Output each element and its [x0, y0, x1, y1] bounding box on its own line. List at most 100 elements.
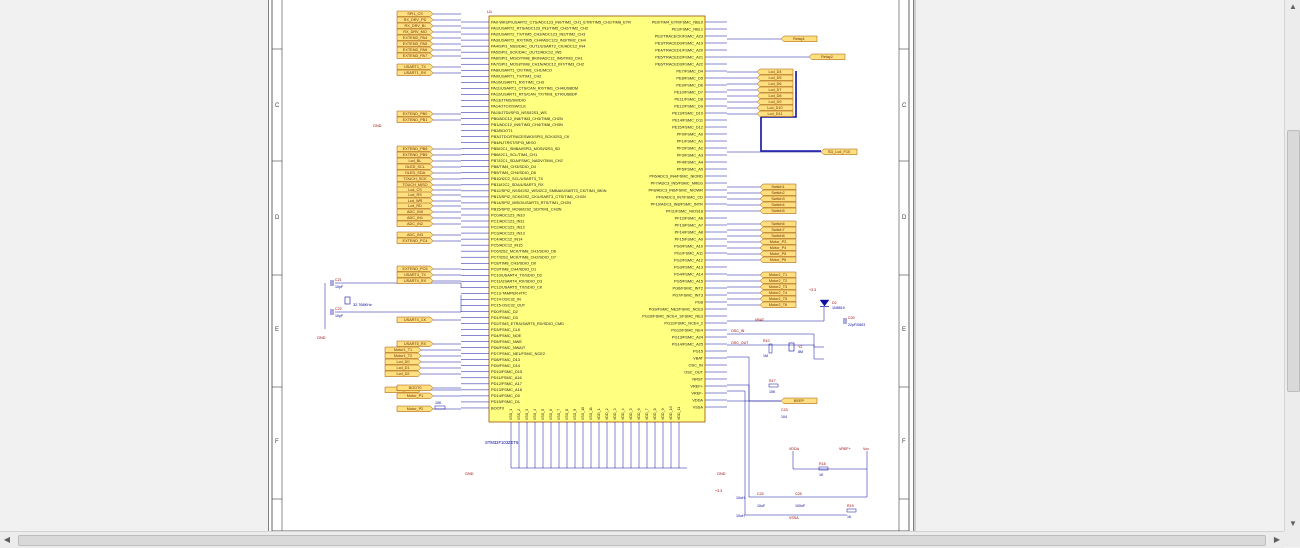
mcu-right-pin-label: PE8/FSMC_D5	[676, 75, 703, 80]
mcu-right-pin-label: PG6/FSMC_INT2	[673, 285, 703, 290]
net-port-label: ADC_IN3	[407, 233, 423, 237]
mcu-left-pin-label: PD13/FSMC_A18	[491, 387, 522, 392]
schematic-viewport[interactable]: C D E F C D E F U1 STM32F103ZET6 PA0-WKUP/USART2_…	[0, 0, 1284, 531]
v33-label: +3.3	[715, 489, 722, 493]
mcu-left-pin-label: PB12/SPI2_NSS/I2S2_WS/I2C2_SMBAI/USART3_…	[491, 188, 607, 193]
zone-label: D	[275, 215, 280, 221]
mcu-right-pin-label: PG14/FSMC_A25	[672, 341, 703, 346]
capacitor-designator: C20	[848, 316, 855, 320]
gnd-label: GND	[717, 472, 726, 476]
mcu-right-pin-label: PF2/FSMC_A2	[677, 145, 703, 150]
mcu-left-pin-label: PC0/ADC123_IN10	[491, 212, 526, 217]
resistor-r18	[818, 466, 829, 471]
mcu-right-pin-label: PG0/FSMC_A10	[674, 243, 704, 248]
mcu-right-pin-label: VBAT	[693, 355, 703, 360]
diode-designator: D2	[832, 301, 837, 305]
scroll-down-arrow-icon[interactable]: ▼	[1285, 517, 1300, 531]
net-port-label: Switch6	[771, 222, 784, 226]
mcu-right-pin-label: PG9/FSMC_NE2/FSMC_NCE3	[649, 306, 703, 311]
net-port-label: Lcd_D6	[768, 82, 781, 86]
net-port-label: Switch7	[771, 228, 784, 232]
mcu-left-pin-label: PC12/USART5_TX/SDIO_CK	[491, 285, 543, 290]
mcu-left-pin-label: PA7/SPI1_MOSI/TIM8_CH1N/ADC12_IN7/TIM3_C…	[491, 62, 584, 67]
net-port-label: Lcd_D1	[396, 366, 409, 370]
capacitor-designator: C24	[757, 492, 764, 496]
mcu-bottom-pin-label: VDD_5	[629, 408, 633, 420]
vssa-label: VSSA	[789, 516, 799, 520]
crystal-32k-label: 32.768KHz	[353, 303, 372, 307]
mcu-left-pin-label: PB5/I2C1_SMBAI/SPI3_MOSI/I2S3_SD	[491, 146, 560, 151]
mcu-left-pin-label: PD11/FSMC_A16	[491, 375, 522, 380]
net-port-label: EXTEND_PA4	[403, 36, 427, 40]
net-port-label: Lcd_CS	[408, 188, 422, 192]
mcu-right-pin-label: VREF-	[691, 390, 703, 395]
zone-label: D	[902, 215, 907, 221]
net-port-label: EXTEND_PC5	[403, 267, 428, 271]
scroll-right-arrow-icon[interactable]: ▶	[1270, 532, 1284, 548]
vertical-scrollbar[interactable]: ▲ ▼	[1284, 0, 1300, 531]
resistor-value: 10K	[769, 390, 776, 394]
mcu-left-pin-label: PA3/USART2_RX/TIM5_CH4/ADC123_IN3/TIM2_C…	[491, 37, 587, 42]
net-port-label: ADC_IN1	[407, 216, 423, 220]
zone-label: F	[902, 439, 906, 445]
net-port-label: Motor1_T1	[394, 348, 412, 352]
net-port-label: BEEP	[794, 399, 805, 403]
mcu-left-pin-label: PB14/SPI2_MISO/USART3_RTS/TIM1_CH2N	[491, 200, 571, 205]
analog-wire	[792, 451, 867, 470]
mcu-left-pin-label: PC2/ADC123_IN12	[491, 224, 525, 229]
mcu-left-pin-label: PB3/JTDO/TRACESWO/SPI3_SCK/I2S3_CK	[491, 134, 570, 139]
mcu-left-pin-label: PC4/ADC12_IN14	[491, 236, 523, 241]
mcu-left-pin-label: PA5/SPI1_SCK/DAC_OUT2/ADC12_IN5	[491, 49, 561, 54]
mcu-right-pin-label: PF6/ADC3_IN4/FSMC_NIORD	[649, 173, 703, 178]
net-port-label: EXTEND_PA6	[403, 48, 427, 52]
vertical-scroll-thumb[interactable]	[1287, 130, 1300, 392]
mcu-left-pin-label: PB9/TIM4_CH4/SDIO_D5	[491, 170, 536, 175]
horizontal-scrollbar[interactable]: ◀ ▶	[0, 531, 1284, 548]
net-port-label: RX_DRV_PD	[404, 18, 427, 22]
mcu-right-pin-label: PG4/FSMC_A14	[674, 271, 704, 276]
mcu-right-pin-label: PE13/FSMC_D10	[672, 110, 704, 115]
mcu-right-pin-label: OSC_OUT	[684, 369, 703, 374]
mcu-left-pin-label: PA8/USART1_CK/TIM1_CH1/MCO	[491, 68, 552, 73]
resistor-value: 10K	[435, 401, 442, 405]
mcu-left-pin-label: PB0/ADC12_IN8/TIM3_CH3/TIM8_CH2N	[491, 116, 563, 121]
mcu-right-pin-label: PE4/TRACED1/FSMC_A20	[655, 47, 704, 52]
gnd-label: GND	[373, 124, 382, 128]
net-port-label: RX_DRV_BI	[404, 24, 425, 28]
mcu-right-pin-label: NRST	[692, 376, 703, 381]
net-port-label: Lcd_D9	[768, 100, 781, 104]
mcu-right-pin-label: PG5/FSMC_A15	[674, 278, 703, 283]
mcu-bottom-pin-label: VDD_9	[661, 408, 665, 420]
mcu-right-pin-label: PF3/FSMC_A3	[677, 152, 703, 157]
mcu-bottom-pin-label: VSS_3	[525, 409, 529, 420]
mcu-left-pin-label: PB2/BOOT1	[491, 128, 513, 133]
net-port-label: TOUCH_SCK	[403, 177, 427, 181]
mcu-bottom-pin-label: VSS_1	[509, 409, 513, 420]
net-port-label: Lcd_D10	[767, 106, 782, 110]
mcu-bottom-pin-label: VDD_3	[613, 408, 617, 420]
scroll-up-arrow-icon[interactable]: ▲	[1285, 0, 1300, 14]
net-port-label: USART1_TX	[404, 65, 426, 69]
net-port-label: OLED_SCL	[405, 165, 425, 169]
net-port-label: EXTEND_PC4	[403, 239, 428, 243]
mcu-right-pin-label: VSSA	[693, 404, 704, 409]
net-port-label: Lcd_RD	[408, 204, 422, 208]
bead-value: 10uH	[736, 496, 745, 500]
mcu-right-pin-label: PF9/ADC3_IN7/FSMC_CD	[656, 194, 703, 199]
net-port-label: Motor2_T3	[769, 285, 787, 289]
mcu-left-pin-label: PD7/FSMC_NE1/FSMC_NCE2	[491, 351, 545, 356]
resistor-r10	[768, 343, 773, 354]
mcu-left-pin-label: PD10/FSMC_D15	[491, 369, 522, 374]
horizontal-scroll-thumb[interactable]	[18, 535, 1266, 546]
net-port-label: Lcd_D0	[396, 360, 409, 364]
net-port-label: USART1_RX	[404, 71, 427, 75]
mcu-left-pin-label: PA1/USART2_RTS/ADC123_IN1/TIM5_CH2/TIM2_…	[491, 25, 588, 30]
mcu-left-pin-label: PB4/NJTRST/SPI3_MISO	[491, 140, 536, 145]
mcu-left-pin-label: PA10/USART1_RX/TIM1_CH3	[491, 80, 544, 85]
mcu-left-pin-label: PC1/ADC123_IN11	[491, 218, 524, 223]
mcu-right-pin-label: PG11/FSMC_NCE4_2	[664, 320, 703, 325]
scroll-left-arrow-icon[interactable]: ◀	[0, 532, 14, 548]
zone-label: E	[275, 327, 279, 333]
mcu-right-pin-label: PG3/FSMC_A13	[674, 264, 703, 269]
scrollbar-corner	[1284, 531, 1300, 547]
